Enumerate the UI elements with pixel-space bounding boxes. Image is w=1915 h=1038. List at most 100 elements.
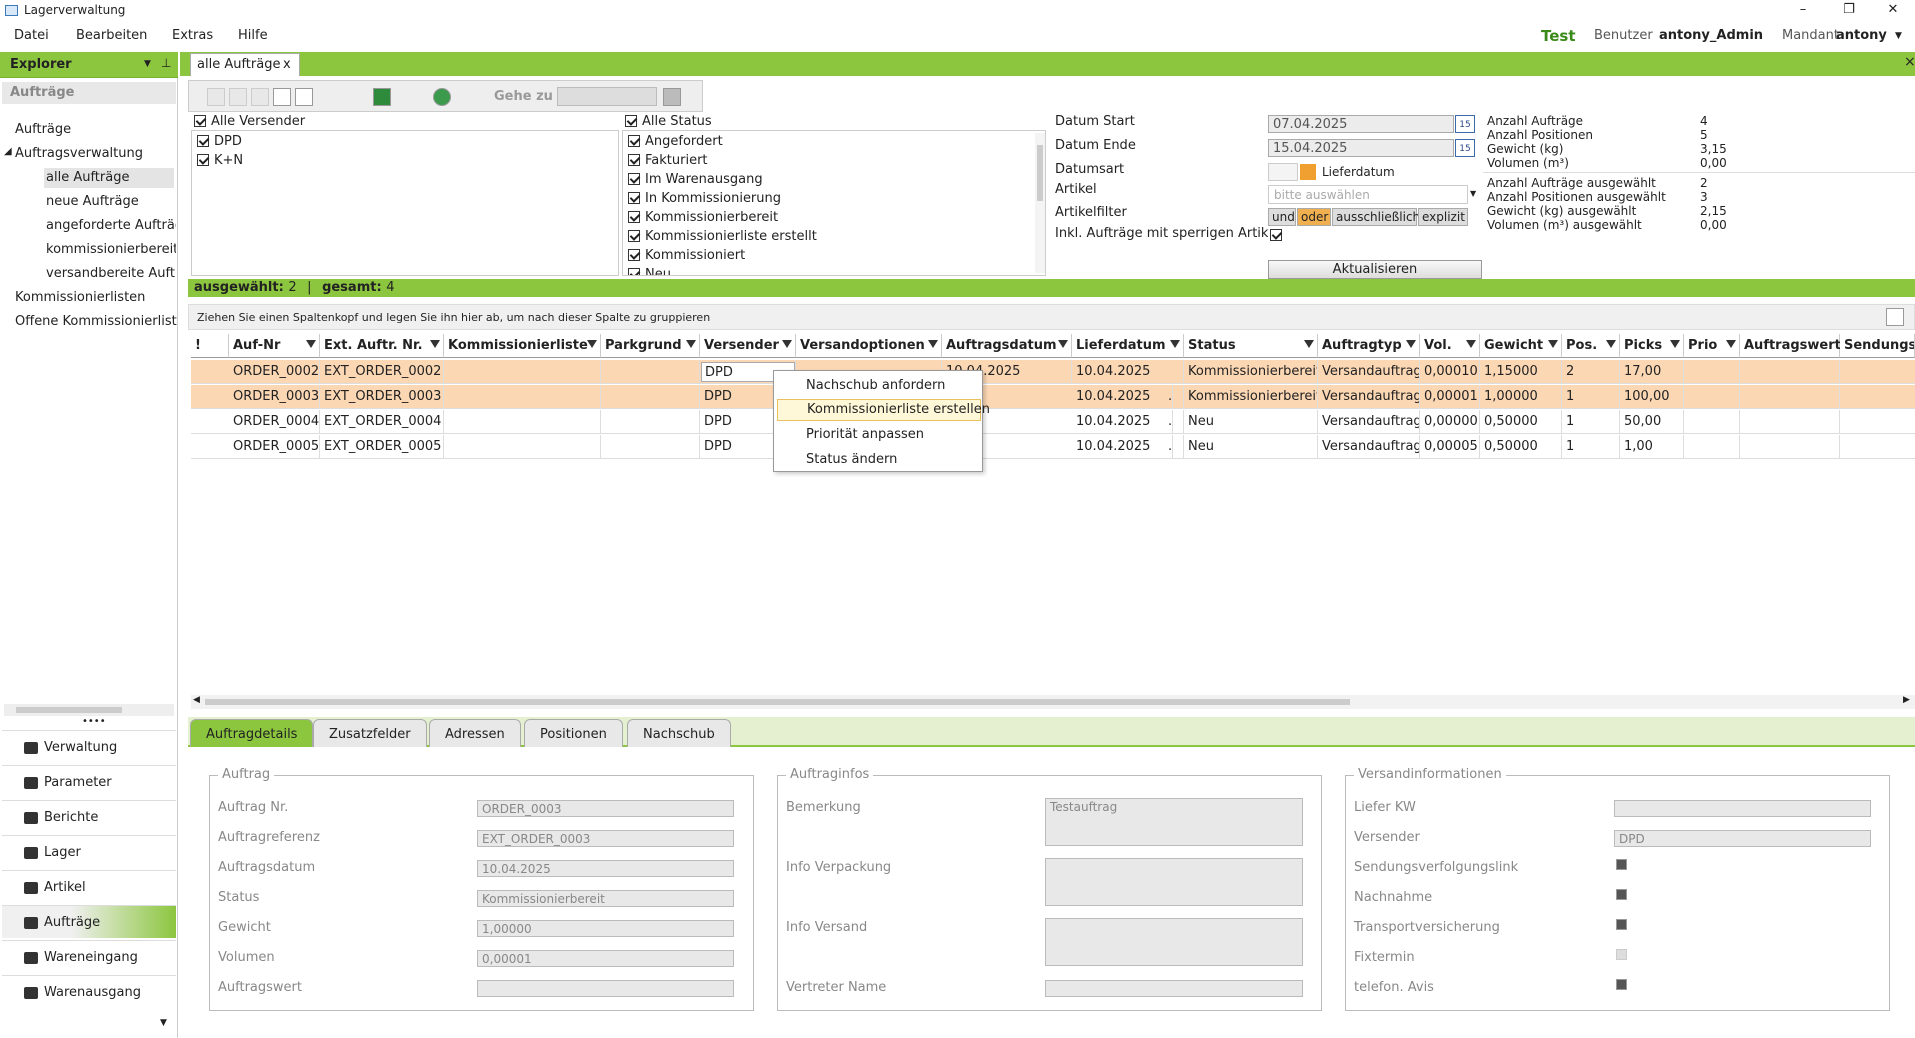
table-row[interactable]: ORDER_0004 EXT_ORDER_0004 DPD .2025 10.0… <box>191 410 1915 434</box>
aktualisieren-button[interactable]: Aktualisieren <box>1268 260 1482 279</box>
filter-versender-kn[interactable]: K+N <box>197 153 243 168</box>
nachnahme-checkbox[interactable] <box>1616 889 1627 900</box>
tab-auftragdetails[interactable]: Auftragdetails <box>190 719 314 747</box>
scroll-left-icon[interactable]: ◀ <box>193 695 200 705</box>
filter-icon[interactable] <box>686 340 696 348</box>
ctx-prioritaet-anpassen[interactable]: Priorität anpassen <box>806 427 924 442</box>
user-name[interactable]: antony_Admin <box>1659 28 1763 43</box>
datumsart-value[interactable]: Lieferdatum <box>1322 165 1395 179</box>
vertreter-name-field[interactable] <box>1045 980 1303 997</box>
artikelfilter-oder[interactable]: oder <box>1297 208 1331 226</box>
tree-item-kommissionierbereite[interactable]: kommissionierbereite <box>46 242 176 257</box>
filter-alle-status[interactable]: Alle Status <box>625 114 712 129</box>
explorer-scroll-thumb[interactable] <box>16 707 122 713</box>
filter-status-item[interactable]: Kommissionierliste erstellt <box>628 229 817 244</box>
filter-icon[interactable] <box>1304 340 1314 348</box>
artikelfilter-ausschliesslich[interactable]: ausschließlich <box>1332 208 1420 226</box>
filter-status-item[interactable]: Angefordert <box>628 134 723 149</box>
goto-input[interactable] <box>557 87 657 106</box>
tree-item-auftragsverwaltung[interactable]: Auftragsverwaltung <box>15 146 143 161</box>
filter-alle-versender[interactable]: Alle Versender <box>194 114 305 129</box>
sperrig-checkbox[interactable] <box>1270 228 1287 242</box>
status-field[interactable]: Kommissionierbereit <box>477 890 734 907</box>
menu-extras[interactable]: Extras <box>172 28 213 43</box>
filter-status-item[interactable]: In Kommissionierung <box>628 191 781 206</box>
filter-icon[interactable] <box>1726 340 1736 348</box>
filter-icon[interactable] <box>1170 340 1180 348</box>
auftragreferenz-field[interactable]: EXT_ORDER_0003 <box>477 830 734 847</box>
maximize-button[interactable]: ❐ <box>1826 0 1872 22</box>
nav-parameter[interactable]: Parameter <box>2 765 176 798</box>
nav-more-icon[interactable]: ▼ <box>160 1018 167 1028</box>
redo-icon[interactable] <box>229 88 247 106</box>
filter-icon[interactable] <box>1058 340 1068 348</box>
tree-expand-icon[interactable]: ◢ <box>4 146 12 157</box>
checkbox-icon[interactable] <box>194 115 206 127</box>
tab-zusatzfelder[interactable]: Zusatzfelder <box>313 719 427 747</box>
tab-nachschub[interactable]: Nachschub <box>627 719 731 747</box>
col-header-indicator[interactable]: ! <box>191 334 229 358</box>
status-scroll-thumb[interactable] <box>1037 145 1043 201</box>
col-header-kommissionierliste[interactable]: Kommissionierliste <box>444 334 601 358</box>
calendar-icon[interactable]: 15 <box>1455 139 1475 157</box>
tree-item-kommissionierlisten[interactable]: Kommissionierlisten <box>15 290 145 305</box>
minimize-button[interactable]: – <box>1780 0 1826 22</box>
col-header-sendungsinfo[interactable]: Sendungsi <box>1840 334 1915 358</box>
excel-export-icon[interactable] <box>373 88 391 106</box>
transportversicherung-checkbox[interactable] <box>1616 919 1627 930</box>
filter-status-item[interactable]: Kommissionierbereit <box>628 210 778 225</box>
filter-icon[interactable] <box>587 340 597 348</box>
artikelfilter-und[interactable]: und <box>1268 208 1296 226</box>
checkbox-icon[interactable] <box>625 115 637 127</box>
col-header-versandoptionen[interactable]: Versandoptionen <box>796 334 942 358</box>
filter-status-item[interactable]: Kommissioniert <box>628 248 745 263</box>
info-verpackung-field[interactable] <box>1045 858 1303 906</box>
col-header-ext-auftr-nr[interactable]: Ext. Auftr. Nr. <box>320 334 444 358</box>
gewicht-field[interactable]: 1,00000 <box>477 920 734 937</box>
liefer-kw-field[interactable] <box>1614 800 1871 817</box>
ctx-nachschub-anfordern[interactable]: Nachschub anfordern <box>806 378 945 393</box>
checkbox-icon[interactable] <box>197 154 209 166</box>
nav-auftraege[interactable]: Aufträge <box>2 905 176 938</box>
filter-icon[interactable] <box>1670 340 1680 348</box>
artikel-select[interactable]: bitte auswählen <box>1268 185 1468 204</box>
mandant-dropdown-icon[interactable]: ▼ <box>1895 31 1902 41</box>
grid-scroll-thumb[interactable] <box>205 699 1350 705</box>
scroll-right-icon[interactable]: ▶ <box>1903 695 1910 705</box>
artikelfilter-explizit[interactable]: explizit <box>1418 208 1468 226</box>
fixtermin-checkbox[interactable] <box>1616 949 1627 960</box>
splitter-grip[interactable]: •••• <box>82 716 106 727</box>
auftragsdatum-field[interactable]: 10.04.2025 <box>477 860 734 877</box>
nav-verwaltung[interactable]: Verwaltung <box>2 730 176 763</box>
column-chooser-icon[interactable] <box>1886 308 1904 326</box>
volumen-field[interactable]: 0,00001 <box>477 950 734 967</box>
artikel-dropdown-icon[interactable]: ▼ <box>1470 189 1476 198</box>
filter-icon[interactable] <box>430 340 440 348</box>
tab-close-icon[interactable]: x <box>283 57 291 72</box>
telefon-avis-checkbox[interactable] <box>1616 979 1627 990</box>
close-all-tabs-icon[interactable]: × <box>1904 54 1915 70</box>
auftragswert-field[interactable] <box>477 980 734 997</box>
explorer-scrollbar[interactable] <box>4 704 174 716</box>
col-header-gewicht[interactable]: Gewicht <box>1480 334 1562 358</box>
col-header-auftragswert[interactable]: Auftragswert <box>1740 334 1841 358</box>
grid-horizontal-scrollbar[interactable]: ◀ ▶ <box>191 695 1915 709</box>
sendungsverfolgungslink-checkbox[interactable] <box>1616 859 1627 870</box>
ctx-kommissionierliste-erstellen[interactable]: Kommissionierliste erstellen <box>777 399 990 421</box>
filter-icon[interactable] <box>1548 340 1558 348</box>
nav-artikel[interactable]: Artikel <box>2 870 176 903</box>
tree-item-offene-kommissionierlisten[interactable]: Offene Kommissionierlister <box>15 314 177 329</box>
undo-icon[interactable] <box>207 88 225 106</box>
datum-ende-input[interactable]: 15.04.2025 <box>1268 139 1454 157</box>
filter-status-item[interactable]: Im Warenausgang <box>628 172 763 187</box>
explorer-dropdown-icon[interactable]: ▼ <box>144 59 151 69</box>
calendar-icon[interactable]: 15 <box>1455 115 1475 133</box>
col-header-picks[interactable]: Picks <box>1620 334 1684 358</box>
col-header-pos[interactable]: Pos. <box>1562 334 1620 358</box>
col-header-vol[interactable]: Vol. <box>1420 334 1480 358</box>
bemerkung-field[interactable]: Testauftrag <box>1045 798 1303 846</box>
nav-lager[interactable]: Lager <box>2 835 176 868</box>
goto-button-icon[interactable] <box>663 88 681 106</box>
close-window-button[interactable]: ✕ <box>1870 0 1915 22</box>
col-header-versender[interactable]: Versender <box>700 334 796 358</box>
